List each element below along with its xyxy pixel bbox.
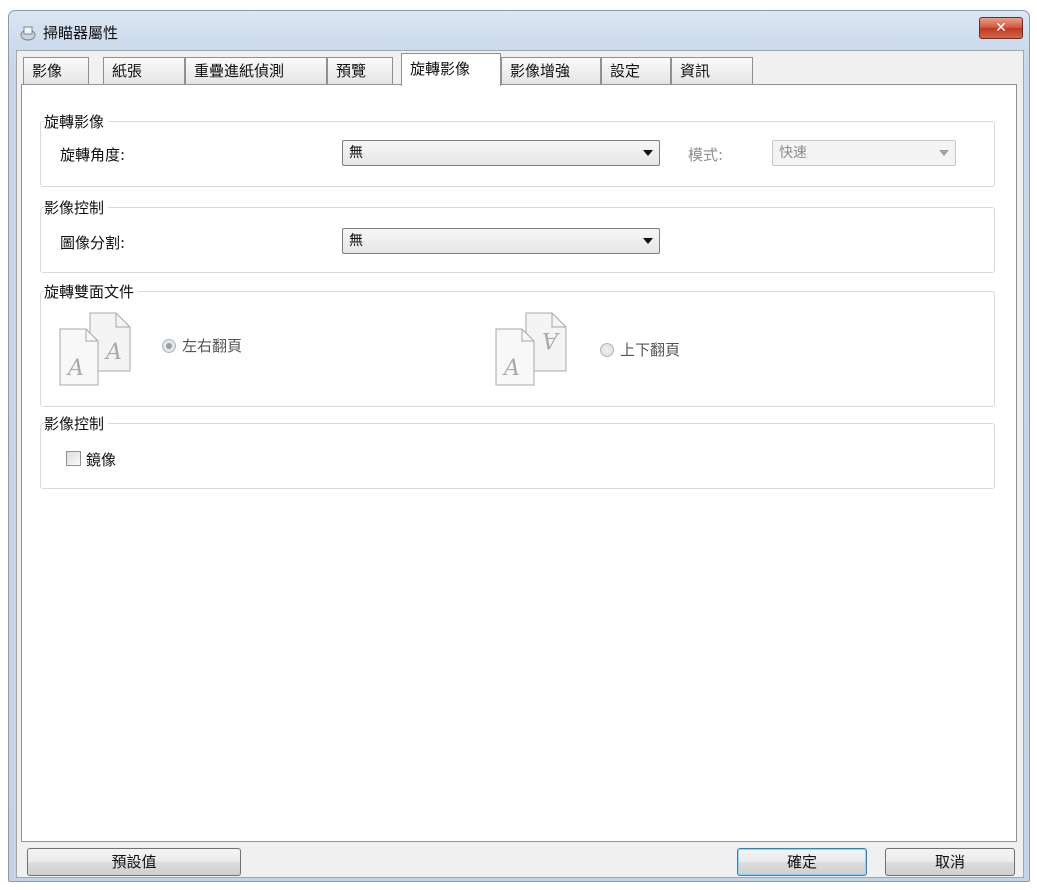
mirror-label: 鏡像 — [86, 451, 117, 469]
rotation-angle-select[interactable]: 無 — [342, 140, 660, 166]
left-right-flip-icon: A A — [59, 312, 131, 386]
close-button[interactable]: ✕ — [979, 17, 1023, 39]
mirror-group-box — [40, 423, 995, 489]
image-split-value: 無 — [349, 233, 363, 249]
tab-settings[interactable]: 設定 — [601, 57, 671, 84]
chevron-down-icon — [643, 238, 653, 244]
cancel-button[interactable]: 取消 — [885, 848, 1015, 876]
duplex-group-title: 旋轉雙面文件 — [44, 281, 139, 302]
tab-strip: 影像 紙張 重疊進紙偵測 預覽 旋轉影像 影像增強 設定 資訊 — [17, 53, 1023, 86]
mode-value: 快速 — [779, 145, 807, 161]
tab-information[interactable]: 資訊 — [671, 57, 753, 84]
page-glyph-a: A — [542, 327, 560, 352]
tab-rotate-image[interactable]: 旋轉影像 — [401, 53, 501, 86]
tab-image-enhancement[interactable]: 影像增強 — [501, 57, 601, 84]
page-glyph-a: A — [104, 340, 122, 365]
close-icon: ✕ — [995, 20, 1007, 36]
chevron-down-icon — [939, 150, 949, 156]
mode-select[interactable]: 快速 — [772, 140, 956, 166]
rotation-angle-label: 旋轉角度: — [60, 146, 126, 164]
window-title: 掃瞄器屬性 — [43, 24, 119, 42]
top-bottom-flip-label: 上下翻頁 — [620, 341, 681, 359]
restore-defaults-button[interactable]: 預設值 — [27, 848, 241, 876]
page-glyph-a: A — [502, 356, 520, 381]
rotation-angle-value: 無 — [349, 145, 363, 161]
ok-button[interactable]: 確定 — [737, 848, 867, 876]
scanner-properties-window: 掃瞄器屬性 ✕ 影像 紙張 重疊進紙偵測 預覽 旋轉影像 影像增強 設定 資訊 … — [8, 10, 1030, 882]
tab-multifeed-detection[interactable]: 重疊進紙偵測 — [185, 57, 327, 84]
scanner-app-icon — [20, 26, 36, 41]
top-bottom-flip-icon: A A — [495, 312, 567, 386]
top-bottom-flip-radio[interactable] — [600, 343, 614, 357]
chevron-down-icon — [643, 150, 653, 156]
left-right-flip-radio[interactable] — [162, 339, 176, 353]
rotate-image-panel: 旋轉影像 旋轉角度: 無 模式: 快速 影像控制 圖像分割: 無 旋轉雙面文件 — [21, 84, 1017, 842]
tab-image[interactable]: 影像 — [23, 57, 89, 84]
mirror-checkbox[interactable] — [66, 451, 81, 466]
mode-label: 模式: — [688, 146, 724, 164]
image-split-select[interactable]: 無 — [342, 228, 660, 254]
title-bar[interactable]: 掃瞄器屬性 ✕ — [9, 11, 1029, 53]
tab-paper[interactable]: 紙張 — [103, 57, 185, 84]
image-split-label: 圖像分割: — [60, 234, 126, 252]
image-control-group-title: 影像控制 — [44, 197, 109, 218]
rotate-group-title: 旋轉影像 — [44, 111, 109, 132]
page-glyph-a: A — [66, 356, 84, 381]
mirror-group-title: 影像控制 — [44, 413, 109, 434]
dialog-client-area: 影像 紙張 重疊進紙偵測 預覽 旋轉影像 影像增強 設定 資訊 旋轉影像 旋轉角… — [16, 50, 1024, 878]
tab-preview[interactable]: 預覽 — [327, 57, 393, 84]
left-right-flip-label: 左右翻頁 — [182, 337, 243, 355]
